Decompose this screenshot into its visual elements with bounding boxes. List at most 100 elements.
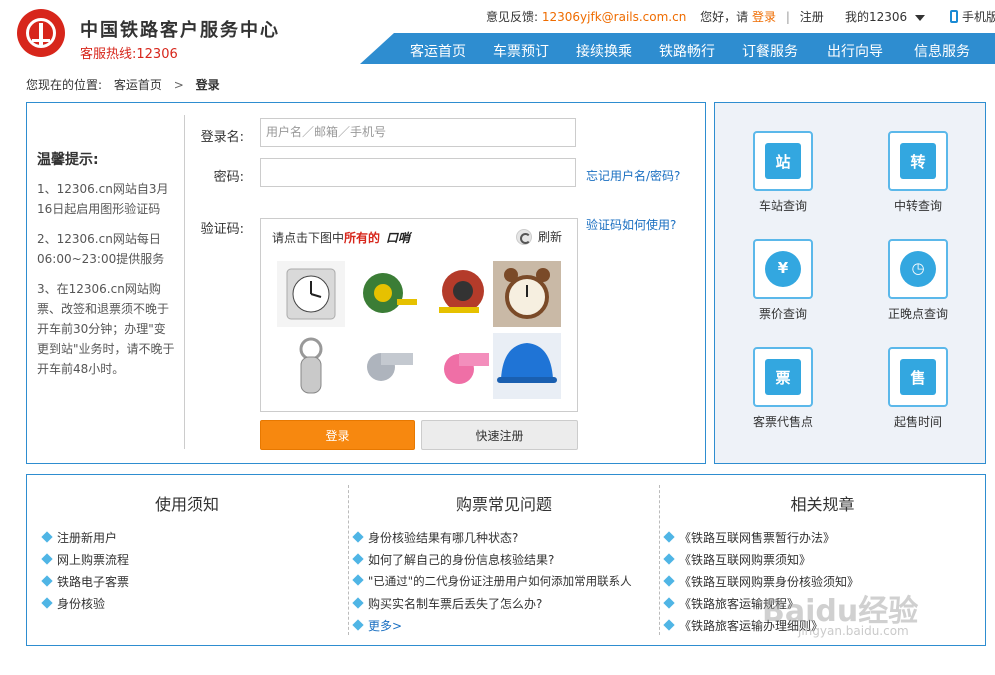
hotline: 客服热线:12306 [80,47,178,62]
top-login-link[interactable]: 登录 [752,10,776,24]
tip-item: 1、12306.cn网站自3月16日起启用图形验证码 [37,182,169,216]
breadcrumb-sep: > [173,78,184,92]
list-item[interactable]: 注册新用户 [41,529,117,546]
captcha-image-bottle-opener[interactable] [277,333,345,399]
info-col-title: 购票常见问题 [455,495,552,514]
info-col-title: 相关规章 [790,495,855,514]
list-item[interactable]: 网上购票流程 [41,551,129,568]
captcha-help-link[interactable]: 验证码如何使用? [586,216,676,233]
captcha-prompt: 请点击下图中所有的 口哨 [272,229,410,246]
feedback-email-link[interactable]: 12306yjfk@rails.com.cn [542,10,686,24]
diamond-bullet-icon [663,575,675,587]
captcha-image-whistle[interactable] [429,333,497,399]
list-item[interactable]: 铁路电子客票 [41,573,129,590]
captcha-image-clock[interactable] [277,261,345,327]
mobile-label: 手机版 [962,10,995,24]
info-col-title: 使用须知 [154,495,219,514]
railway-logo-icon[interactable] [17,9,65,57]
diamond-bullet-icon [41,553,53,565]
feedback-label: 意见反馈: [486,10,539,24]
diamond-bullet-icon [41,531,53,543]
more-link[interactable]: 更多> [352,617,402,634]
diamond-bullet-icon [663,553,675,565]
captcha-refresh-button[interactable]: 刷新 [515,228,562,245]
nav-item-guide[interactable]: 出行向导 [827,41,883,61]
service-label: 车站查询 [758,199,807,213]
nav-item-meal[interactable]: 订餐服务 [742,41,798,61]
nav-item-changxing[interactable]: 铁路畅行 [659,41,715,61]
nav-item-transfer[interactable]: 接续换乘 [576,41,632,61]
list-item[interactable]: "已通过"的二代身份证注册用户如何添加常用联系人 [352,573,632,589]
list-item[interactable]: 《铁路互联网购票须知》 [663,551,811,568]
service-sale-time[interactable]: 售 起售时间 [868,347,968,430]
username-input[interactable]: 用户名／邮箱／手机号 [260,118,576,147]
list-item[interactable]: 《铁路互联网售票暂行办法》 [663,529,835,546]
service-label: 票价查询 [758,307,807,321]
service-price-query[interactable]: ¥ 票价查询 [733,239,833,322]
captcha-image-alarm-clock[interactable] [493,261,561,327]
tips-title: 温馨提示: [37,152,99,168]
captcha-image-tape-measure[interactable] [429,261,497,327]
divider [184,115,185,449]
nav-item-info[interactable]: 信息服务 [914,41,970,61]
watermark-url: jingyan.baidu.com [798,624,909,638]
captcha-refresh-label: 刷新 [537,230,562,244]
password-label: 密码: [213,170,244,185]
service-label: 客票代售点 [752,415,813,429]
captcha-image-hard-hat[interactable] [493,333,561,399]
diamond-bullet-icon [352,553,364,565]
tip-item: 2、12306.cn网站每日06:00~23:00提供服务 [37,232,165,266]
service-station-query[interactable]: 站 车站查询 [733,131,833,214]
captcha-image-whistle[interactable] [353,333,421,399]
list-item[interactable]: 如何了解自己的身份信息核验结果? [352,551,554,568]
clock-icon: ◷ [888,239,948,299]
price-search-icon: ¥ [753,239,813,299]
header: 中国铁路客户服务中心 客服热线:12306 意见反馈: 12306yjfk@ra… [0,0,995,64]
chevron-down-icon [915,14,926,21]
greeting: 您好，请 [700,10,749,24]
username-label: 登录名: [200,130,244,145]
main-nav: 客运首页 车票预订 接续换乘 铁路畅行 订餐服务 出行向导 信息服务 [360,33,995,64]
login-panel: 温馨提示: 1、12306.cn网站自3月16日起启用图形验证码 2、12306… [26,102,706,464]
diamond-bullet-icon [352,597,364,609]
captcha-prompt-highlight: 所有的 [344,231,381,245]
top-register-link[interactable]: 注册 [800,10,824,24]
my12306-dropdown[interactable]: 我的12306 [845,8,926,25]
forgot-password-link[interactable]: 忘记用户名/密码? [586,167,680,184]
captcha-word: 口哨 [386,231,411,245]
service-label: 起售时间 [893,415,942,429]
diamond-bullet-icon [352,619,364,631]
station-icon: 站 [753,131,813,191]
mobile-link[interactable]: 手机版 [950,8,995,25]
list-item[interactable]: 身份核验结果有哪几种状态? [352,529,518,546]
ticket-icon: 票 [753,347,813,407]
breadcrumb-prefix: 您现在的位置: [26,78,103,92]
quick-register-button[interactable]: 快速注册 [421,420,578,450]
service-label: 中转查询 [893,199,942,213]
service-ticket-agency[interactable]: 票 客票代售点 [733,347,833,430]
tip-item: 3、在12306.cn网站购票、改签和退票须不晚于开车前30分钟；办理"变更到站… [37,282,175,376]
nav-item-booking[interactable]: 车票预订 [493,41,549,61]
diamond-bullet-icon [663,619,675,631]
my12306-label: 我的12306 [845,10,908,24]
transfer-icon: 转 [888,131,948,191]
password-input[interactable] [260,158,576,187]
diamond-bullet-icon [41,597,53,609]
service-panel: 站 车站查询 转 中转查询 ¥ 票价查询 ◷ 正晚点查询 票 客票代售点 售 起… [714,102,986,464]
service-transfer-query[interactable]: 转 中转查询 [868,131,968,214]
nav-item-home[interactable]: 客运首页 [410,41,466,61]
list-item[interactable]: 身份核验 [41,595,105,612]
list-item[interactable]: 购买实名制车票后丢失了怎么办? [352,595,542,612]
diamond-bullet-icon [352,574,364,586]
captcha-box: 请点击下图中所有的 口哨 刷新 [260,218,578,412]
captcha-image-tape-measure[interactable] [353,261,421,327]
breadcrumb: 您现在的位置: 客运首页 > 登录 [26,76,220,93]
breadcrumb-current: 登录 [195,78,220,92]
diamond-bullet-icon [41,575,53,587]
refresh-icon [515,229,532,245]
login-button[interactable]: 登录 [260,420,415,450]
captcha-label: 验证码: [200,222,244,237]
site-title: 中国铁路客户服务中心 [80,20,280,41]
service-punctuality-query[interactable]: ◷ 正晚点查询 [868,239,968,322]
breadcrumb-home-link[interactable]: 客运首页 [114,78,162,92]
